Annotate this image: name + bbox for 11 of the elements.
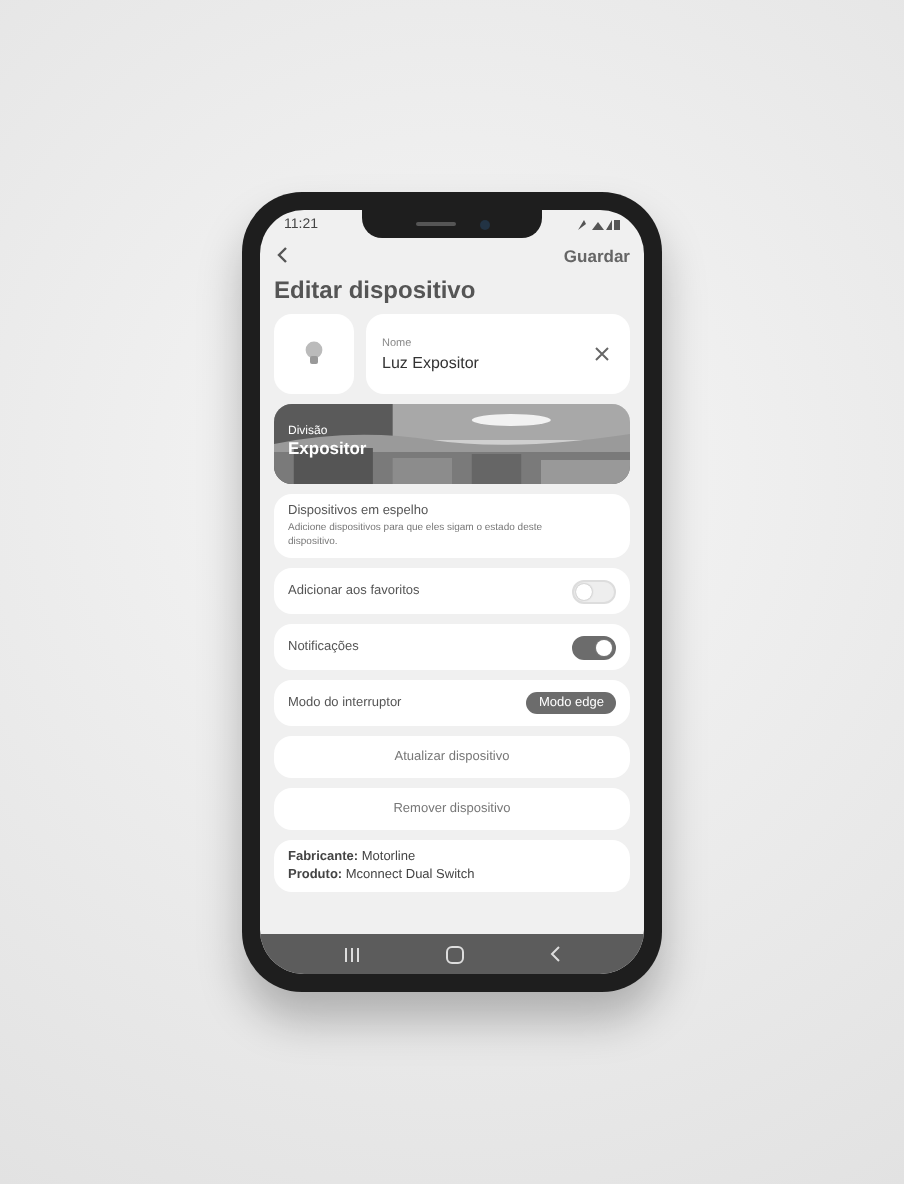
toggle-switch[interactable] (572, 635, 616, 659)
recent-apps-icon[interactable] (343, 947, 360, 961)
save-button[interactable]: Guardar (563, 245, 630, 265)
home-icon[interactable] (445, 945, 464, 963)
close-icon[interactable] (594, 346, 610, 362)
division-name: Expositor (288, 438, 367, 458)
field-value: Luz Expositor (382, 353, 479, 371)
back-icon[interactable] (274, 244, 290, 266)
light-bulb-icon (304, 340, 324, 368)
status-icons (576, 217, 620, 231)
page-title: Editar dispositivo (274, 276, 478, 304)
